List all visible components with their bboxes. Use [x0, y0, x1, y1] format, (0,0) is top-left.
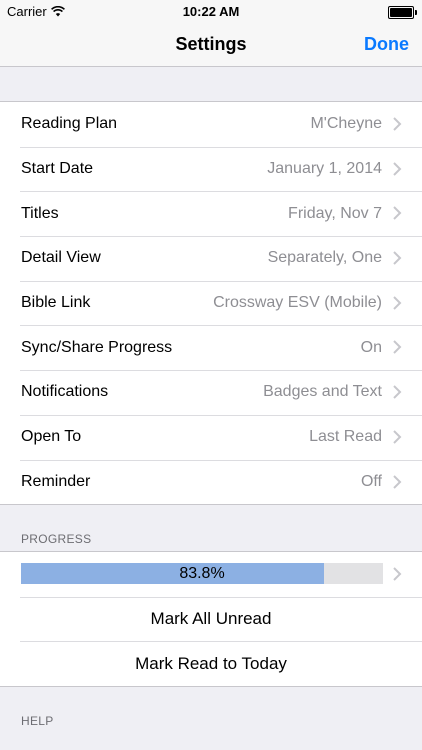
progress-percent-label: 83.8%	[179, 565, 225, 582]
setting-value: Crossway ESV (Mobile)	[213, 294, 382, 312]
setting-row-open-to[interactable]: Open To Last Read	[0, 414, 422, 460]
setting-label: Open To	[21, 428, 82, 446]
setting-value: Off	[360, 472, 382, 490]
setting-label: Reading Plan	[21, 115, 118, 133]
chevron-right-icon	[393, 117, 402, 131]
setting-label: Detail View	[21, 249, 101, 267]
setting-value: M'Cheyne	[310, 115, 382, 133]
chevron-right-icon	[393, 385, 402, 399]
progress-group: 83.8% Mark All Unread Mark Read to Today	[0, 551, 422, 688]
setting-row-detail-view[interactable]: Detail View Separately, One	[0, 236, 422, 281]
setting-label: Bible Link	[21, 294, 91, 312]
chevron-right-icon	[393, 206, 402, 221]
chevron-right-icon	[393, 251, 402, 265]
page-title: Settings	[175, 34, 247, 54]
battery-icon	[388, 6, 417, 19]
progress-section-header: PROGRESS	[21, 532, 92, 546]
status-bar: Carrier 10:22 AM	[0, 0, 422, 24]
setting-value: January 1, 2014	[267, 160, 382, 178]
setting-row-reading-plan[interactable]: Reading Plan M'Cheyne	[0, 102, 422, 147]
setting-value: Badges and Text	[263, 383, 382, 401]
setting-row-notifications[interactable]: Notifications Badges and Text	[0, 370, 422, 415]
setting-row-bible-link[interactable]: Bible Link Crossway ESV (Mobile)	[0, 280, 422, 326]
setting-label: Notifications	[21, 383, 109, 401]
chevron-right-icon	[393, 296, 402, 310]
mark-read-to-today-label: Mark Read to Today	[135, 653, 287, 673]
setting-value: Last Read	[309, 428, 382, 446]
setting-label: Start Date	[21, 160, 94, 178]
setting-row-titles[interactable]: Titles Friday, Nov 7	[0, 191, 422, 236]
done-button[interactable]: Done	[364, 34, 409, 55]
mark-read-to-today-button[interactable]: Mark Read to Today	[0, 641, 422, 686]
help-section-header: HELP	[21, 714, 54, 728]
setting-value: Separately, One	[267, 249, 382, 267]
mark-all-unread-label: Mark All Unread	[150, 609, 272, 629]
status-time: 10:22 AM	[182, 4, 240, 19]
setting-label: Titles	[21, 204, 59, 222]
chevron-right-icon	[393, 430, 402, 444]
chevron-right-icon	[393, 161, 402, 176]
chevron-right-icon	[393, 474, 402, 489]
mark-all-unread-button[interactable]: Mark All Unread	[0, 596, 422, 642]
setting-value: Friday, Nov 7	[288, 204, 382, 222]
settings-list: Reading Plan M'Cheyne Start Date January…	[0, 101, 422, 506]
setting-value: On	[360, 338, 382, 356]
progress-bar: 83.8%	[21, 563, 383, 584]
chevron-right-icon	[393, 340, 402, 355]
chevron-right-icon	[393, 567, 402, 581]
navigation-bar: Settings Done	[0, 24, 422, 67]
setting-row-start-date[interactable]: Start Date January 1, 2014	[0, 146, 422, 192]
progress-row[interactable]: 83.8%	[0, 552, 422, 597]
setting-row-reminder[interactable]: Reminder Off	[0, 459, 422, 505]
setting-row-sync-share-progress[interactable]: Sync/Share Progress On	[0, 325, 422, 370]
setting-label: Sync/Share Progress	[21, 338, 173, 356]
setting-label: Reminder	[21, 472, 91, 490]
